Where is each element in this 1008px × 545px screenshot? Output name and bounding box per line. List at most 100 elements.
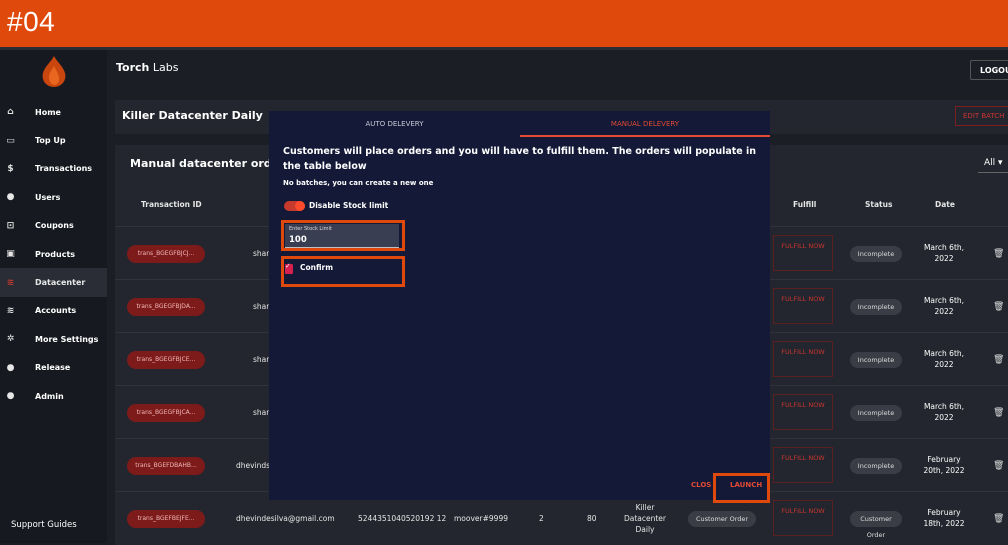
trash-icon[interactable]: 🗑	[993, 249, 1004, 259]
fulfill-now-button[interactable]: FULFILL NOW	[773, 288, 833, 324]
highlight-confirm	[281, 256, 405, 287]
sidebar-item-label: Release	[35, 363, 71, 373]
trash-icon[interactable]: 🗑	[993, 355, 1004, 365]
modal-subtext: No batches, you can create a new one	[283, 179, 434, 187]
user-email-cell: dhevindesilva@gmail.com	[236, 514, 335, 523]
close-label: CLOSE	[691, 481, 712, 489]
tab-auto-delivery[interactable]: AUTO DELEVERY	[269, 111, 520, 137]
sidebar-item-label: Home	[35, 107, 61, 117]
support-guides-link[interactable]: Support Guides	[11, 520, 77, 530]
product-cell: Killer Datacenter Daily	[623, 503, 667, 534]
user-icon: ●	[6, 192, 15, 203]
sidebar-item-label: Transactions	[35, 164, 93, 174]
close-button[interactable]: CLOSE	[691, 481, 712, 489]
transaction-id-badge[interactable]: trans_BGEGFBJDA...	[127, 298, 205, 316]
brand-rest: Labs	[149, 61, 179, 74]
flame-logo-icon	[42, 56, 66, 87]
brand-bold: Torch	[116, 61, 150, 74]
filter-value: All	[984, 158, 996, 168]
fulfill-now-button[interactable]: FULFILL NOW	[773, 341, 833, 377]
edit-batch-button[interactable]: EDIT BATCH	[955, 106, 1008, 126]
account-cell: moover#9999	[454, 514, 508, 523]
briefcase-icon: ▣	[6, 249, 15, 260]
sidebar-item-label: Coupons	[35, 221, 74, 231]
filter-dropdown[interactable]: All ▾	[978, 158, 1008, 173]
chevron-down-icon: ▾	[998, 158, 1003, 168]
fulfill-now-button[interactable]: FULFILL NOW	[773, 447, 833, 483]
highlight-stock-input	[281, 220, 405, 251]
sidebar: ⌂ Home ▭ Top Up $ Transactions ● Users ⊡ Coup…	[0, 50, 107, 543]
modal-tabs: AUTO DELEVERY MANUAL DELEVERY	[269, 111, 770, 137]
sidebar-item-top-up[interactable]: ▭ Top Up	[0, 126, 107, 154]
header-date: Date	[935, 200, 955, 209]
fulfill-now-button[interactable]: FULFILL NOW	[773, 500, 833, 536]
sidebar-item-label: Users	[35, 192, 61, 202]
status-badge: Customer Order	[688, 511, 756, 527]
sidebar-item-home[interactable]: ⌂ Home	[0, 98, 107, 126]
gear-icon: ✲	[6, 334, 15, 345]
sidebar-nav: ⌂ Home ▭ Top Up $ Transactions ● Users ⊡ Coup…	[0, 98, 107, 410]
header-fulfill: Fulfill	[793, 200, 817, 209]
wifi-icon: ≋	[6, 305, 15, 316]
sidebar-item-transactions[interactable]: $ Transactions	[0, 155, 107, 183]
highlight-launch	[713, 473, 770, 503]
trash-icon[interactable]: 🗑	[993, 461, 1004, 471]
sidebar-item-users[interactable]: ● Users	[0, 183, 107, 211]
sidebar-item-label: More Settings	[35, 334, 99, 344]
quantity-cell: 2	[539, 514, 544, 523]
logout-button[interactable]: LOGOUT	[970, 60, 1008, 80]
tab-manual-delivery[interactable]: MANUAL DELEVERY	[520, 111, 770, 137]
date-cell: February 20th, 2022	[923, 455, 965, 475]
info-icon: ●	[6, 362, 15, 373]
banner-divider	[0, 47, 1008, 50]
coupon-icon: ⊡	[6, 220, 15, 231]
date-cell: March 6th, 2022	[923, 296, 965, 316]
sidebar-item-datacenter[interactable]: ≋ Datacenter	[0, 268, 107, 297]
sidebar-item-label: Accounts	[35, 306, 77, 316]
status-badge: Incomplete	[850, 299, 902, 315]
wallet-icon: ▭	[6, 135, 15, 146]
disable-stock-limit-toggle[interactable]	[284, 201, 305, 211]
sidebar-item-products[interactable]: ▣ Products	[0, 240, 107, 268]
date-cell: March 6th, 2022	[923, 402, 965, 422]
sidebar-item-coupons[interactable]: ⊡ Coupons	[0, 212, 107, 240]
user-cell: dhevinds	[236, 461, 271, 470]
toggle-label: Disable Stock limit	[309, 201, 389, 210]
sidebar-item-label: Top Up	[35, 136, 66, 146]
transaction-id-badge[interactable]: trans_BGEGFBJCE...	[127, 351, 205, 369]
sidebar-item-label: Datacenter	[35, 278, 86, 288]
status-badge: Incomplete	[850, 458, 902, 474]
trash-icon[interactable]: 🗑	[993, 302, 1004, 312]
sidebar-item-label: Admin	[35, 391, 64, 401]
header-transaction-id: Transaction ID	[141, 200, 202, 209]
status-badge: Incomplete	[850, 352, 902, 368]
dollar-icon: $	[7, 163, 14, 174]
sidebar-item-more-settings[interactable]: ✲ More Settings	[0, 325, 107, 353]
fulfill-now-button[interactable]: FULFILL NOW	[773, 235, 833, 271]
sidebar-item-release[interactable]: ● Release	[0, 354, 107, 382]
brand-name: Torch Labs	[116, 61, 178, 74]
trash-icon[interactable]: 🗑	[993, 514, 1004, 524]
modal-heading: Customers will place orders and you will…	[283, 146, 757, 172]
sidebar-item-label: Products	[35, 249, 76, 259]
delivery-modal: AUTO DELEVERY MANUAL DELEVERY Customers …	[269, 111, 770, 500]
info-icon: ●	[6, 391, 15, 402]
transaction-id-badge[interactable]: trans_BGEGFBJCJ...	[127, 245, 205, 263]
status-badge: Customer Order	[850, 511, 902, 539]
date-cell: March 6th, 2022	[923, 243, 965, 263]
transaction-id-badge[interactable]: trans_BGEGFBJCA...	[127, 404, 205, 422]
gb-cell: 80	[587, 514, 597, 523]
transaction-id-badge[interactable]: trans_BGEFDBAHB...	[127, 457, 205, 475]
step-number: #04	[7, 6, 56, 37]
page-title: Killer Datacenter Daily	[122, 109, 263, 122]
status-badge: Incomplete	[850, 405, 902, 421]
sidebar-item-accounts[interactable]: ≋ Accounts	[0, 297, 107, 325]
date-cell: March 6th, 2022	[923, 349, 965, 369]
status-badge: Incomplete	[850, 246, 902, 262]
card-number-cell: 5244351040520192 12	[358, 514, 447, 523]
sidebar-item-admin[interactable]: ● Admin	[0, 382, 107, 410]
trash-icon[interactable]: 🗑	[993, 408, 1004, 418]
top-banner: #04	[0, 0, 1008, 47]
transaction-id-badge[interactable]: trans_BGEFBEJFE...	[127, 510, 205, 528]
fulfill-now-button[interactable]: FULFILL NOW	[773, 394, 833, 430]
